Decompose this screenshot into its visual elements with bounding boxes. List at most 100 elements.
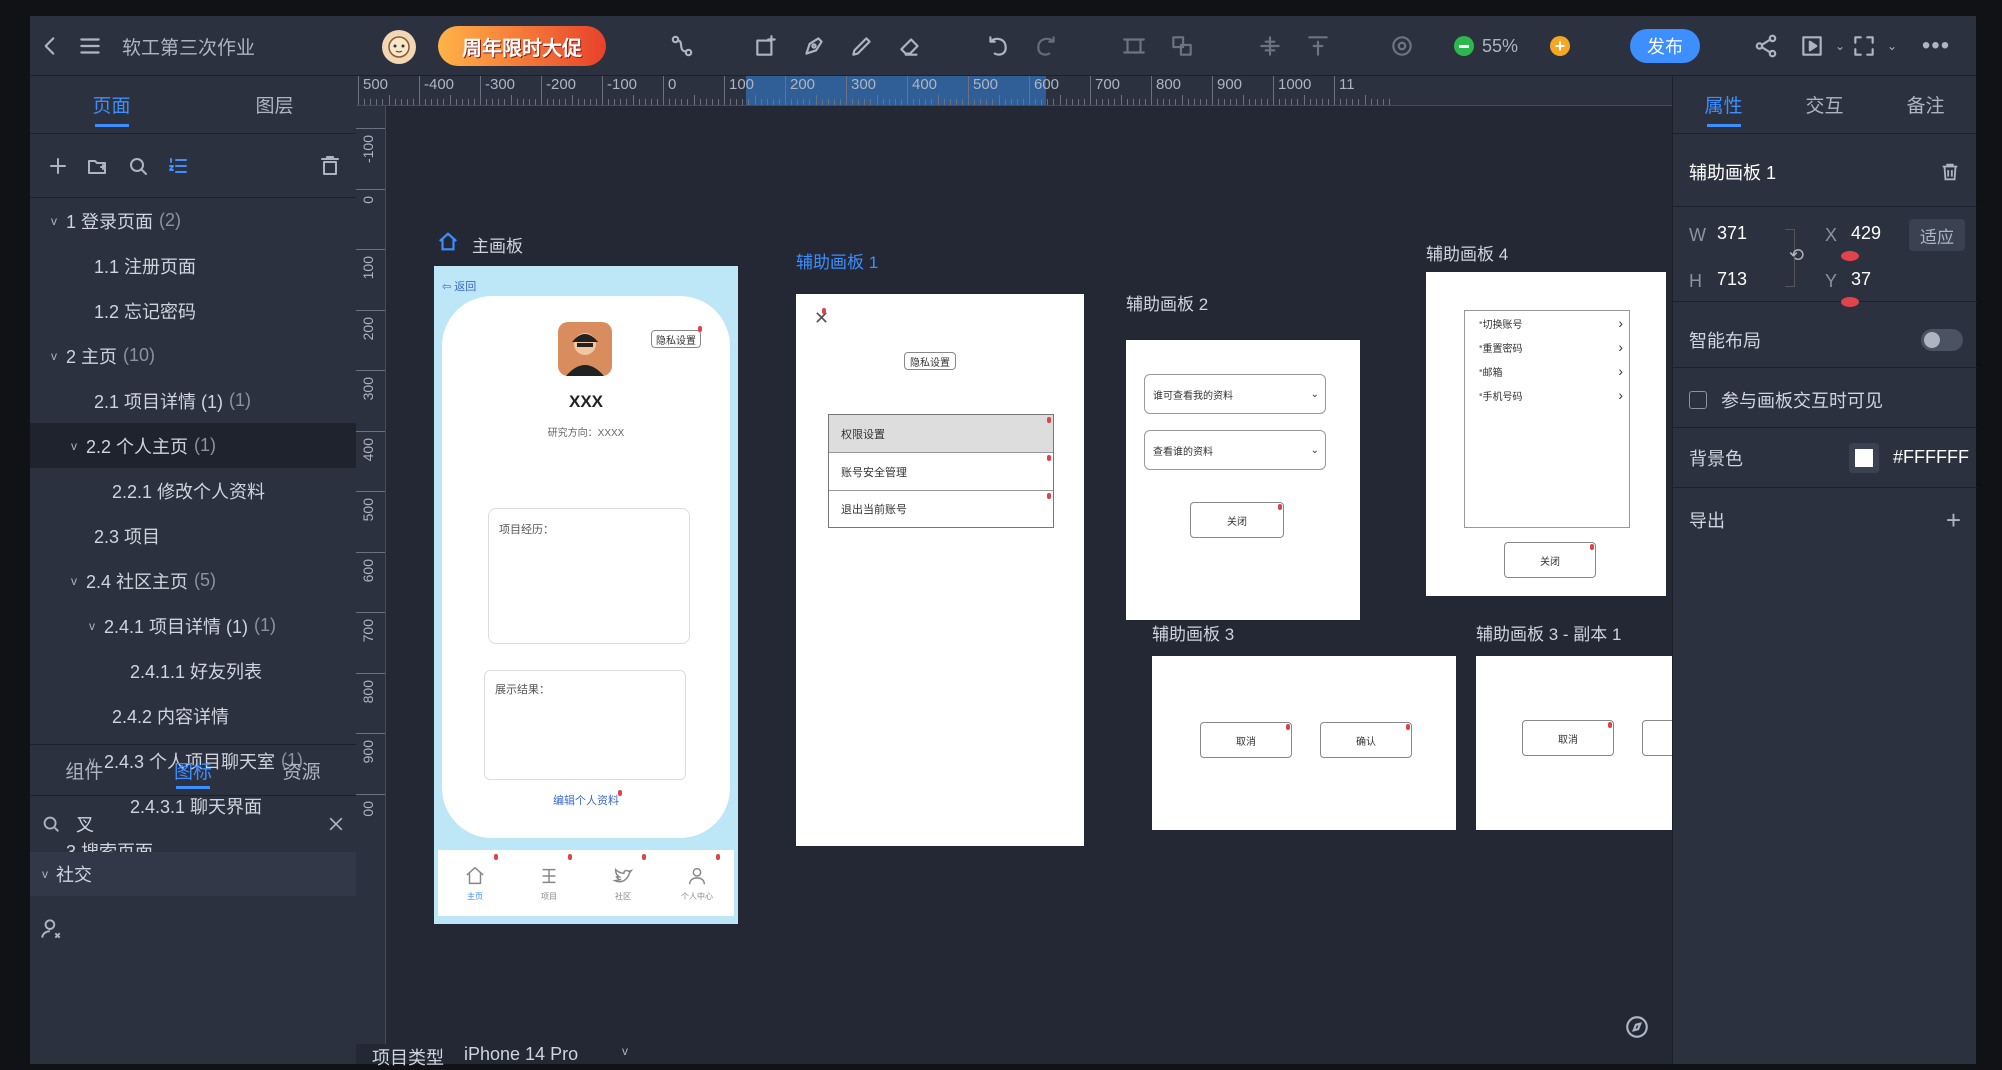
close-button[interactable]: 关闭 — [1190, 502, 1284, 538]
canvas[interactable]: 主画板 ⇦ 返回 隐私设置 XXX 研究方向：XXXX 项目经历： 展示结果： … — [386, 106, 1672, 1044]
aux-board-2[interactable]: 谁可查看我的资料 ⌄ 查看谁的资料 ⌄ 关闭 — [1126, 340, 1360, 620]
list-order-icon[interactable] — [158, 146, 198, 186]
width-input[interactable]: 371 — [1717, 223, 1747, 244]
tab-interaction[interactable]: 交互 — [1774, 76, 1875, 133]
align-center-icon[interactable] — [1254, 30, 1286, 62]
tree-item[interactable]: 2.2.1 修改个人资料 — [30, 468, 356, 513]
menu-item-security[interactable]: 账号安全管理 — [829, 453, 1053, 491]
share-icon[interactable] — [1750, 30, 1782, 62]
menu-item-permissions[interactable]: 权限设置 — [829, 415, 1053, 453]
more-icon[interactable]: ••• — [1920, 30, 1952, 62]
x-input[interactable]: 429 — [1851, 223, 1881, 244]
height-input[interactable]: 713 — [1717, 269, 1747, 290]
promo-banner[interactable]: 周年限时大促 — [438, 26, 606, 66]
tree-item[interactable]: 1.2 忘记密码 — [30, 288, 356, 333]
project-title[interactable]: 软工第三次作业 — [122, 31, 255, 61]
aux-board-4-label[interactable]: 辅助画板 4 — [1426, 240, 1508, 265]
main-board-label[interactable]: 主画板 — [472, 232, 523, 257]
privacy-button[interactable]: 隐私设置 — [651, 330, 701, 348]
pencil-icon[interactable] — [846, 30, 878, 62]
back-link[interactable]: ⇦ 返回 — [442, 278, 476, 294]
tree-item[interactable]: 2.3 项目 — [30, 513, 356, 558]
bg-color-swatch[interactable] — [1849, 442, 1879, 473]
aux-board-3[interactable]: 取消 确认 — [1152, 656, 1456, 830]
lock-ratio-icon[interactable]: ⟲ — [1789, 245, 1804, 266]
icon-search-input[interactable]: 叉 — [76, 811, 326, 837]
aux-board-3-label[interactable]: 辅助画板 3 — [1152, 620, 1234, 645]
account-menu-item[interactable]: • 手机号码 › — [1465, 383, 1631, 407]
project-type-select[interactable]: iPhone 14 Pro — [464, 1044, 578, 1065]
clear-icon[interactable] — [326, 814, 346, 834]
cancel-button[interactable]: 取消 — [1522, 720, 1614, 756]
eraser-icon[interactable] — [894, 30, 926, 62]
connector-icon[interactable] — [666, 30, 698, 62]
tree-item[interactable]: v 2.4.1 项目详情 (1) (1) — [30, 603, 356, 648]
chevron-down-icon[interactable]: v — [622, 1044, 628, 1058]
pen-icon[interactable] — [798, 30, 830, 62]
close-button[interactable]: 关闭 — [1504, 542, 1596, 578]
user-icon[interactable] — [38, 916, 70, 948]
publish-button[interactable]: 发布 — [1630, 29, 1700, 63]
add-folder-icon[interactable] — [78, 146, 118, 186]
aux-board-2-label[interactable]: 辅助画板 2 — [1126, 290, 1208, 315]
tab-pages[interactable]: 页面 — [30, 76, 193, 133]
nav-community[interactable]: 社区 — [586, 850, 660, 916]
align-top-icon[interactable] — [1302, 30, 1334, 62]
aux-board-4[interactable]: • 切换账号 › • 重置密码 › • 邮箱 › • 手机号码 › 关闭 — [1426, 272, 1666, 596]
clean-icon[interactable] — [310, 146, 350, 186]
nav-home[interactable]: 主页 — [438, 850, 512, 916]
add-board-icon[interactable] — [750, 30, 782, 62]
edit-profile-link[interactable]: 编辑个人资料 — [442, 792, 730, 808]
y-input[interactable]: 37 — [1851, 269, 1871, 290]
redo-icon[interactable] — [1030, 30, 1062, 62]
undo-icon[interactable] — [982, 30, 1014, 62]
tree-item[interactable]: 2.1 项目详情 (1) (1) — [30, 378, 356, 423]
nav-project[interactable]: 项目 — [512, 850, 586, 916]
smart-layout-toggle[interactable] — [1921, 328, 1963, 351]
tree-item[interactable]: 1.1 注册页面 — [30, 243, 356, 288]
aux-board-3-copy-label[interactable]: 辅助画板 3 - 副本 1 — [1476, 620, 1621, 645]
confirm-button-partial[interactable] — [1642, 720, 1672, 756]
group-icon[interactable] — [1166, 30, 1198, 62]
tree-item[interactable]: 2.4.2 内容详情 — [30, 693, 356, 738]
menu-item-logout[interactable]: 退出当前账号 — [829, 491, 1053, 527]
avatar[interactable] — [382, 30, 416, 64]
privacy-button[interactable]: 隐私设置 — [904, 352, 956, 370]
frame-icon[interactable] — [1118, 30, 1150, 62]
back-icon[interactable] — [34, 30, 66, 62]
search-icon[interactable] — [118, 146, 158, 186]
tab-resources[interactable]: 资源 — [247, 745, 356, 795]
chevron-down-icon[interactable]: v — [66, 574, 82, 588]
aux-board-3-copy[interactable]: 取消 — [1476, 656, 1672, 830]
menu-icon[interactable] — [74, 30, 106, 62]
add-export-icon[interactable]: + — [1946, 505, 1961, 536]
fullscreen-dropdown-icon[interactable]: ⌄ — [1876, 30, 1908, 62]
nav-personal[interactable]: 个人中心 — [660, 850, 734, 916]
main-board[interactable]: ⇦ 返回 隐私设置 XXX 研究方向：XXXX 项目经历： 展示结果： 编辑个人… — [434, 266, 738, 924]
tab-icons[interactable]: 图标 — [139, 745, 248, 795]
settings-icon[interactable] — [1386, 30, 1418, 62]
account-menu-item[interactable]: • 重置密码 › — [1465, 335, 1631, 359]
tab-components[interactable]: 组件 — [30, 745, 139, 795]
aux-board-1-label[interactable]: 辅助画板 1 — [796, 248, 878, 273]
aux-board-1[interactable]: ✕ 隐私设置 权限设置 账号安全管理 退出当前账号 — [796, 294, 1084, 846]
view-select[interactable]: 查看谁的资料 ⌄ — [1144, 430, 1326, 470]
tab-layers[interactable]: 图层 — [193, 76, 356, 133]
add-page-icon[interactable] — [38, 146, 78, 186]
visible-checkbox[interactable] — [1689, 390, 1707, 409]
tree-item[interactable]: v 2 主页 (10) — [30, 333, 356, 378]
chevron-down-icon[interactable]: v — [46, 349, 62, 363]
account-menu-item[interactable]: • 邮箱 › — [1465, 359, 1631, 383]
zoom-level[interactable]: 55% — [1482, 31, 1518, 61]
compass-icon[interactable] — [1624, 1014, 1652, 1042]
tab-properties[interactable]: 属性 — [1673, 76, 1774, 133]
fit-button[interactable]: 适应 — [1909, 219, 1965, 251]
cancel-button[interactable]: 取消 — [1200, 722, 1292, 758]
tab-notes[interactable]: 备注 — [1875, 76, 1976, 133]
zoom-out-icon[interactable] — [1454, 36, 1474, 56]
chevron-down-icon[interactable]: v — [66, 439, 82, 453]
icon-category[interactable]: v 社交 — [30, 852, 356, 896]
account-menu-item[interactable]: • 切换账号 › — [1465, 311, 1631, 335]
chevron-down-icon[interactable]: v — [46, 214, 62, 228]
zoom-in-icon[interactable]: + — [1550, 36, 1570, 56]
